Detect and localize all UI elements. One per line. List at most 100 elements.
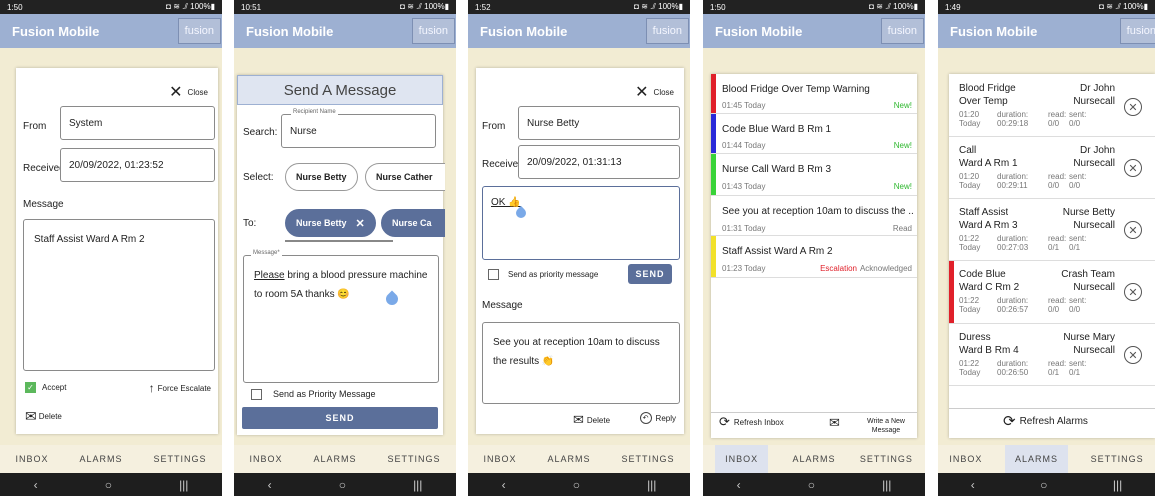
tab-settings[interactable]: SETTINGS [621,454,674,464]
tab-alarms[interactable]: ALARMS [547,454,590,464]
back-button[interactable]: ‹ [971,478,975,492]
recents-button[interactable]: ||| [647,478,656,492]
compose-icon[interactable]: ✉ [829,415,840,431]
mail-delete-icon: ✉ [573,412,584,427]
tab-inbox[interactable]: INBOX [483,454,516,464]
back-button[interactable]: ‹ [268,478,272,492]
accept-checkbox[interactable]: ✓ Accept [25,382,66,393]
reply-input[interactable]: OK 👍 [482,186,680,260]
chip-nurse-betty[interactable]: Nurse Betty [285,163,358,191]
tab-settings[interactable]: SETTINGS [387,454,440,464]
alarm-day: Today [959,119,981,128]
dismiss-icon[interactable]: ✕ [1124,346,1142,364]
alarm-read: 0/1 [1048,243,1060,252]
tab-inbox[interactable]: INBOX [715,445,769,473]
alarm-type: Blood Fridge [959,83,1016,94]
home-button[interactable]: ○ [573,478,580,492]
recents-button[interactable]: ||| [1113,478,1122,492]
alarm-recipient: Crash Team [1061,269,1115,280]
tab-alarms[interactable]: ALARMS [1004,445,1068,473]
priority-checkbox[interactable] [488,269,499,280]
duration-label: duration: [997,110,1029,119]
send-label: SEND [325,413,355,423]
home-button[interactable]: ○ [808,478,815,492]
message-input[interactable]: Please bring a blood pressure machine to… [243,255,439,383]
from-value: System [69,117,103,129]
tab-settings[interactable]: SETTINGS [153,454,206,464]
close-button[interactable]: ✕ Close [635,82,674,102]
refresh-alarms-button[interactable]: ⟳ Refresh Alarms [1003,412,1088,430]
delete-button[interactable]: ✉ Delete [573,412,610,428]
fusion-logo: fusion [645,18,689,44]
home-button[interactable]: ○ [339,478,346,492]
received-field: 20/09/2022, 01:31:13 [518,145,680,179]
send-button[interactable]: SEND [628,264,672,284]
tab-inbox[interactable]: INBOX [15,454,48,464]
status-read: Read [892,224,912,233]
back-button[interactable]: ‹ [737,478,741,492]
to-chip-nurse-betty[interactable]: Nurse Betty ✕ [285,209,376,237]
alarm-type: Code Blue [959,269,1006,280]
bottom-tabs: INBOX ALARMS SETTINGS [703,445,925,473]
inbox-item[interactable]: Staff Assist Ward A Rm 2 01:23 Today Escal… [711,236,917,278]
alarm-duration: 00:29:18 [997,119,1029,128]
alarm-type: Staff Assist [959,207,1009,218]
chip-nurse-catherine[interactable]: Nurse Cather [365,163,445,191]
chip-label: Nurse Ca [392,218,432,228]
app-title: Fusion Mobile [480,23,568,39]
reply-button[interactable]: ↶ Reply [639,412,676,424]
reply-label: Reply [655,413,676,423]
dismiss-icon[interactable]: ✕ [1124,283,1142,301]
dismiss-icon[interactable]: ✕ [1124,221,1142,239]
bottom-tabs: INBOX ALARMS SETTINGS [938,445,1155,473]
alarm-item[interactable]: Code Blue Ward C Rm 2 Crash Team Nursecall… [949,261,1155,324]
alarm-item[interactable]: Blood Fridge Over Temp Dr John Nursecall 0… [949,74,1155,137]
recents-button[interactable]: ||| [413,478,422,492]
delete-button[interactable]: ✉ Delete [25,408,62,425]
remove-icon[interactable]: ✕ [356,217,365,230]
recipient-search-input[interactable]: Nurse [281,114,436,148]
inbox-item[interactable]: Nurse Call Ward B Rm 3 01:43 Today New! [711,154,917,196]
recents-button[interactable]: ||| [882,478,891,492]
alarm-item[interactable]: Staff Assist Ward A Rm 3 Nurse Betty Nurse… [949,199,1155,261]
tab-inbox[interactable]: INBOX [949,454,982,464]
dismiss-icon[interactable]: ✕ [1124,98,1142,116]
from-value: Nurse Betty [527,117,580,129]
priority-strip [711,114,716,153]
alarm-item[interactable]: Duress Ward B Rm 4 Nurse Mary Nursecall 01… [949,324,1155,386]
inbox-item[interactable]: Blood Fridge Over Temp Warning 01:45 Toda… [711,74,917,114]
tab-alarms[interactable]: ALARMS [79,454,122,464]
back-button[interactable]: ‹ [502,478,506,492]
tab-settings[interactable]: SETTINGS [1091,454,1144,464]
android-nav: ‹ ○ ||| [938,473,1155,496]
close-button[interactable]: ✕ Close [169,82,208,102]
send-button[interactable]: SEND [242,407,438,429]
recents-button[interactable]: ||| [179,478,188,492]
tab-alarms[interactable]: ALARMS [792,454,835,464]
alarm-day: Today [959,181,981,190]
priority-checkbox[interactable] [251,389,262,400]
home-button[interactable]: ○ [1040,478,1047,492]
force-escalate-button[interactable]: ↑ Force Escalate [149,381,211,395]
close-icon: ✕ [169,84,183,101]
status-new: New! [893,101,912,110]
alarm-item[interactable]: Call Ward A Rm 1 Dr John Nursecall 01:20 To… [949,137,1155,199]
status-new: New! [893,182,912,191]
home-button[interactable]: ○ [105,478,112,492]
inbox-item[interactable]: See you at reception 10am to discuss the… [711,196,917,236]
inbox-item[interactable]: Code Blue Ward B Rm 1 01:44 Today New! [711,114,917,154]
dismiss-icon[interactable]: ✕ [1124,159,1142,177]
fusion-logo: fusion [411,18,455,44]
message-underlined: Please [254,270,285,281]
tab-inbox[interactable]: INBOX [249,454,282,464]
write-label-2: Message [871,427,901,434]
back-button[interactable]: ‹ [34,478,38,492]
tab-alarms[interactable]: ALARMS [313,454,356,464]
to-chip-nurse-ca[interactable]: Nurse Ca [381,209,445,237]
alarm-recipient: Nurse Betty [1062,207,1115,218]
message-body: See you at reception 10am to discuss the… [482,322,680,404]
refresh-inbox-button[interactable]: ⟳ Refresh Inbox [719,414,784,430]
arrow-up-icon: ↑ [148,381,155,395]
tab-settings[interactable]: SETTINGS [860,454,913,464]
write-message-button[interactable]: Write a New Message [867,417,905,435]
